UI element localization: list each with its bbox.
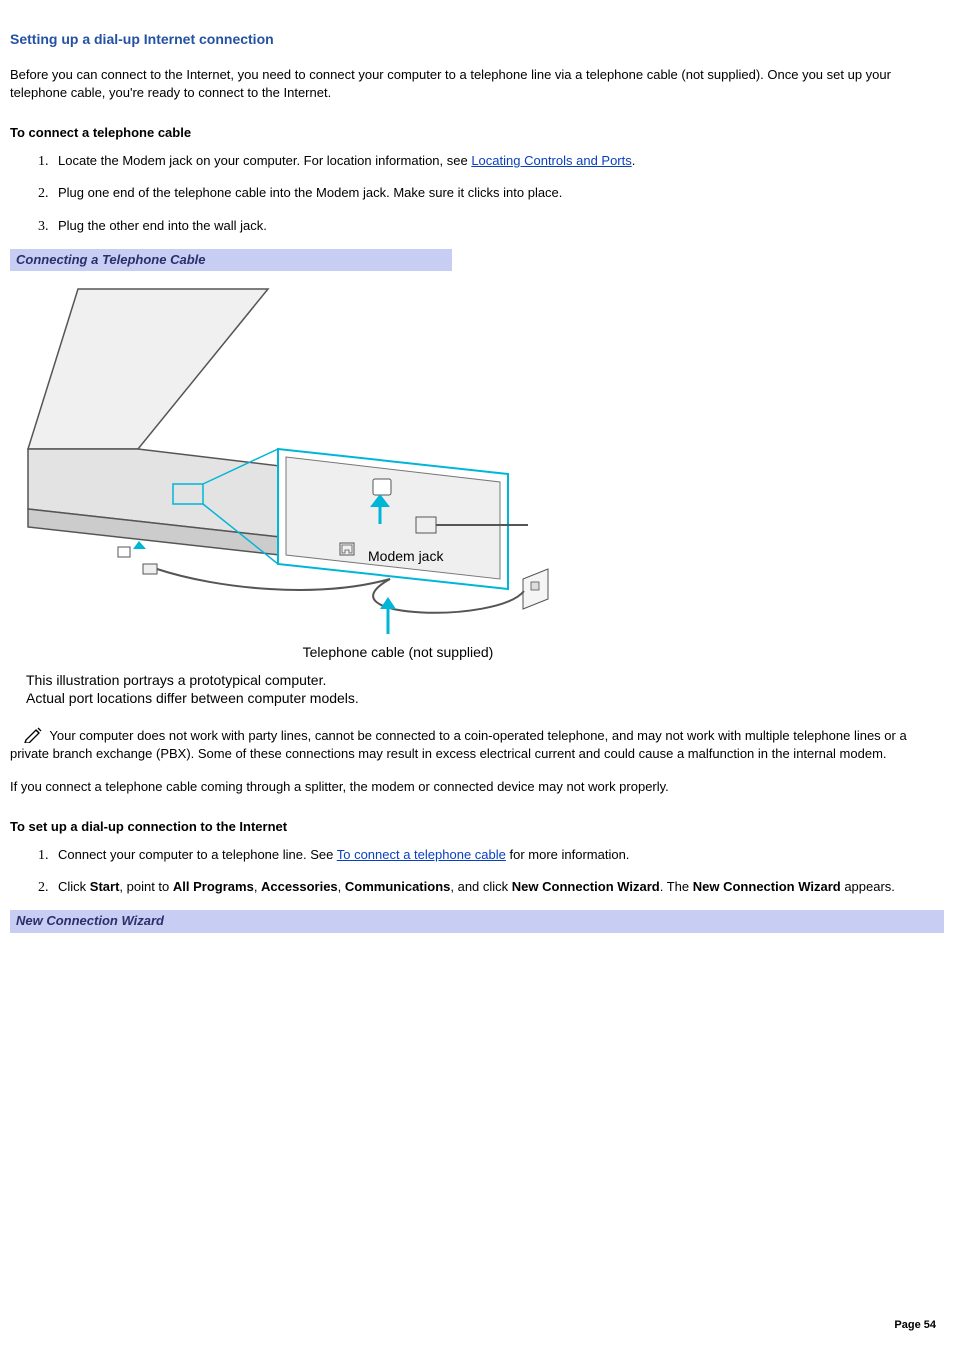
note-block: Your computer does not work with party l… [10, 727, 944, 763]
step-number: 2. [38, 184, 49, 204]
step-text-part: Locate the Modem jack on your computer. … [58, 153, 471, 168]
diagram-label-modem-jack: Modem jack [368, 547, 443, 567]
ui-label-new-connection-wizard: New Connection Wizard [693, 879, 841, 894]
page-number: Page 54 [894, 1318, 936, 1333]
link-to-connect-cable[interactable]: To connect a telephone cable [337, 847, 506, 862]
step-item: 2. Plug one end of the telephone cable i… [38, 184, 944, 202]
diagram-laptop: Modem jack Telephone cable (not supplied… [18, 279, 578, 649]
step-text-part: , and click [450, 879, 511, 894]
figure-telephone-cable: Modem jack Telephone cable (not supplied… [18, 279, 944, 707]
step-text-part: , [338, 879, 345, 894]
steps-setup-dialup: 1. Connect your computer to a telephone … [10, 846, 944, 896]
step-item: 1. Locate the Modem jack on your compute… [38, 152, 944, 170]
note-text: Your computer does not work with party l… [10, 728, 907, 761]
pencil-note-icon [10, 727, 46, 745]
page-title: Setting up a dial-up Internet connection [10, 30, 944, 50]
step-text-part: . The [660, 879, 693, 894]
step-number: 2. [38, 878, 49, 898]
figure-caption-bar: Connecting a Telephone Cable [10, 249, 452, 271]
laptop-illustration-svg [18, 279, 578, 649]
link-locating-controls[interactable]: Locating Controls and Ports [471, 153, 631, 168]
step-text-part: . [632, 153, 636, 168]
subheading-setup-dialup: To set up a dial-up connection to the In… [10, 818, 944, 836]
step-text-part: Connect your computer to a telephone lin… [58, 847, 337, 862]
step-text-part: Click [58, 879, 90, 894]
step-number: 1. [38, 846, 49, 866]
step-text-part: , point to [119, 879, 172, 894]
figure-caption-bar-wizard: New Connection Wizard [10, 910, 944, 932]
step-item: 1. Connect your computer to a telephone … [38, 846, 944, 864]
ui-label-start: Start [90, 879, 120, 894]
ui-label-accessories: Accessories [261, 879, 338, 894]
steps-connect-cable: 1. Locate the Modem jack on your compute… [10, 152, 944, 235]
diagram-label-telephone-cable: Telephone cable (not supplied) [248, 643, 548, 663]
step-text-part: , [254, 879, 261, 894]
diagram-footnote-line: This illustration portrays a prototypica… [26, 671, 944, 689]
step-text-part: appears. [841, 879, 895, 894]
step-number: 3. [38, 217, 49, 237]
splitter-note: If you connect a telephone cable coming … [10, 778, 944, 796]
step-text-part: for more information. [506, 847, 630, 862]
step-item: 3. Plug the other end into the wall jack… [38, 217, 944, 235]
intro-text: Before you can connect to the Internet, … [10, 66, 944, 102]
step-text: Plug one end of the telephone cable into… [58, 185, 562, 200]
step-number: 1. [38, 152, 49, 172]
step-item: 2. Click Start, point to All Programs, A… [38, 878, 944, 896]
ui-label-new-connection-wizard: New Connection Wizard [512, 879, 660, 894]
diagram-footnote: This illustration portrays a prototypica… [26, 671, 944, 707]
subheading-connect-cable: To connect a telephone cable [10, 124, 944, 142]
ui-label-all-programs: All Programs [173, 879, 254, 894]
step-text: Plug the other end into the wall jack. [58, 218, 267, 233]
diagram-footnote-line: Actual port locations differ between com… [26, 689, 944, 707]
page: Setting up a dial-up Internet connection… [0, 0, 954, 1351]
ui-label-communications: Communications [345, 879, 450, 894]
